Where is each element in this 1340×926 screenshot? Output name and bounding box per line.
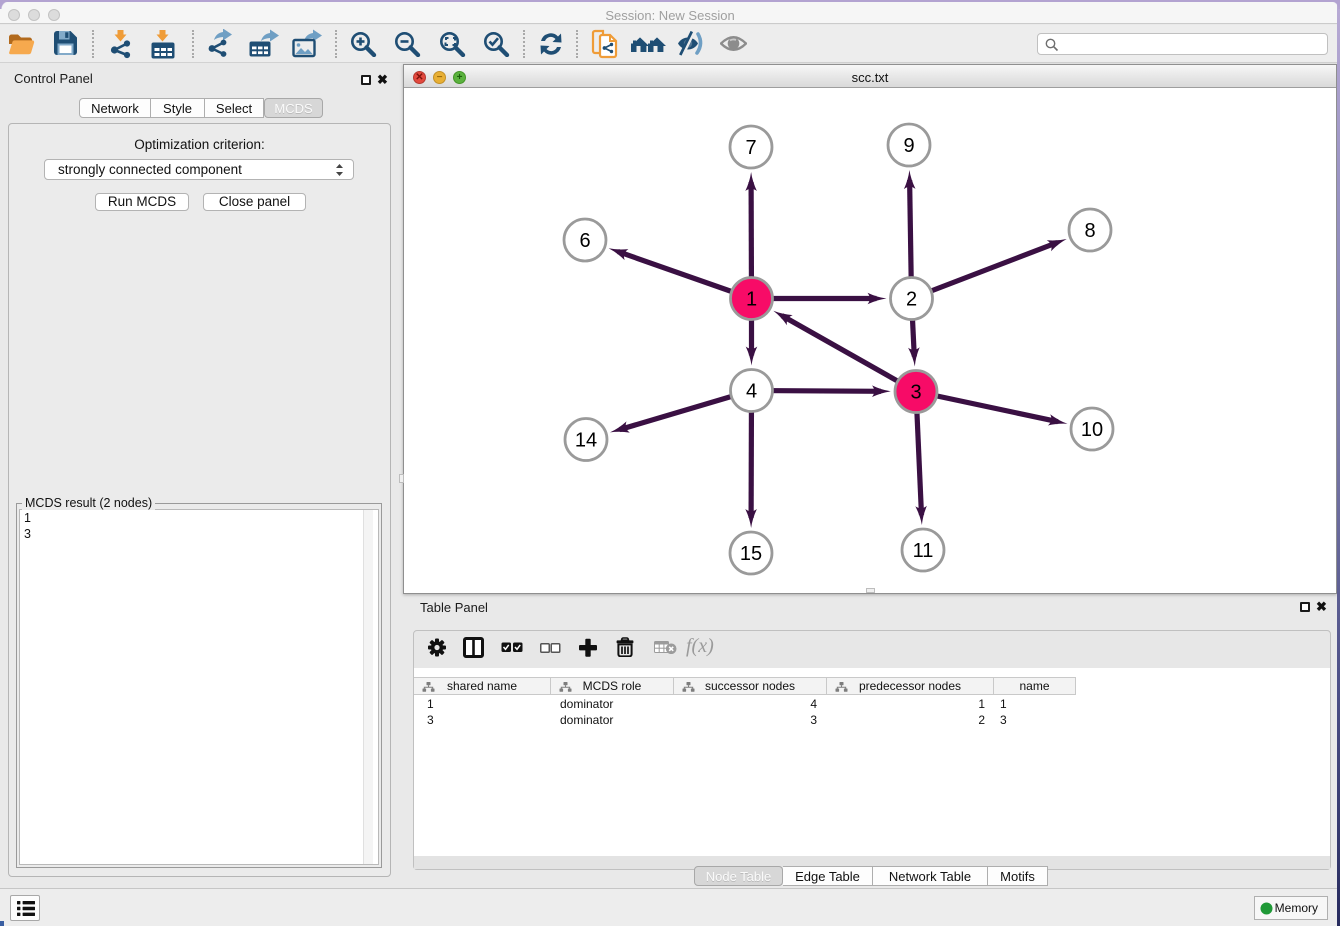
svg-text:10: 10 [1081, 419, 1103, 441]
svg-text:6: 6 [579, 230, 590, 252]
svg-text:1: 1 [746, 289, 757, 311]
svg-text:2: 2 [906, 289, 917, 311]
svg-text:8: 8 [1084, 220, 1095, 242]
svg-text:9: 9 [903, 135, 914, 157]
svg-text:7: 7 [745, 137, 756, 159]
svg-text:4: 4 [746, 381, 757, 403]
svg-text:14: 14 [575, 430, 597, 452]
svg-text:11: 11 [913, 540, 934, 562]
svg-text:15: 15 [740, 543, 762, 565]
svg-text:3: 3 [910, 382, 921, 404]
